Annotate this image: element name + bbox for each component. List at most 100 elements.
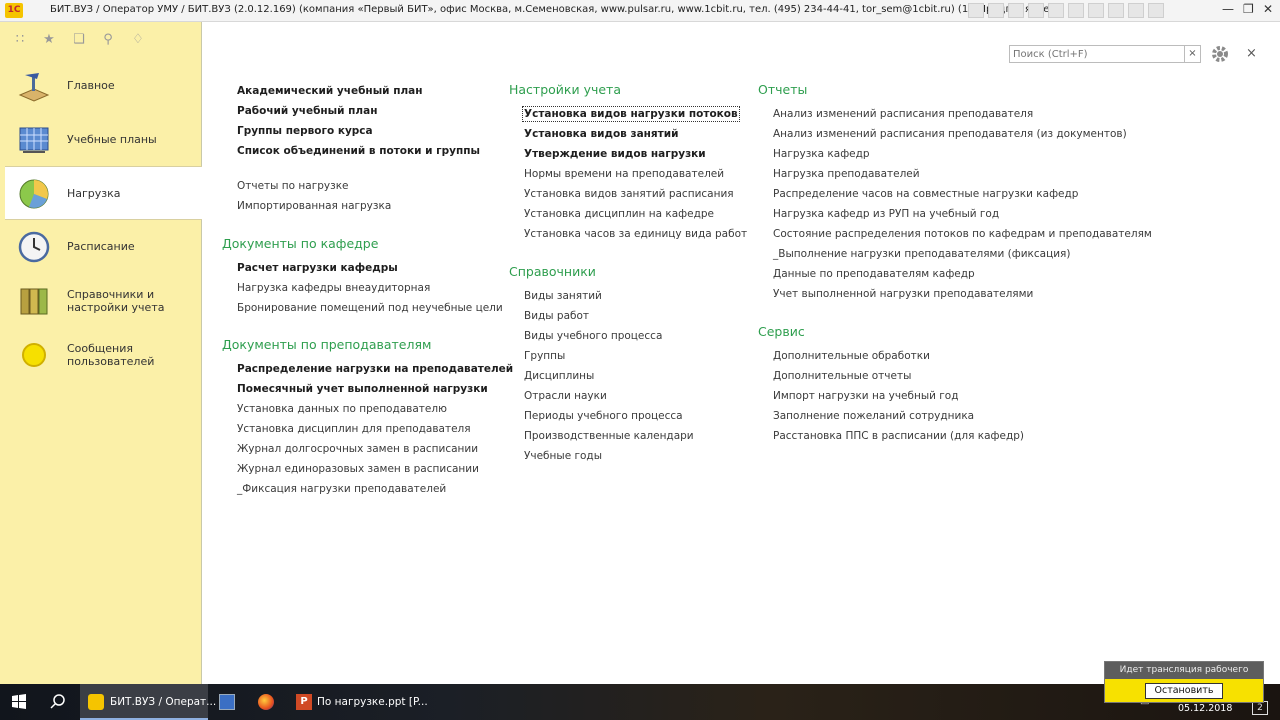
history-icon[interactable]: ❑ <box>71 32 87 48</box>
sidebar-item-study-plans[interactable]: Учебные планы <box>5 113 202 167</box>
link-item[interactable]: Периоды учебного процесса <box>524 410 683 422</box>
link-item[interactable]: Виды учебного процесса <box>524 330 662 342</box>
memory-icon[interactable] <box>1088 3 1104 18</box>
link-item[interactable]: Дисциплины <box>524 370 594 382</box>
link-item[interactable]: Отрасли науки <box>524 390 607 402</box>
search-clear-button[interactable]: × <box>1184 45 1201 63</box>
link-item[interactable]: Установка дисциплин для преподавателя <box>237 423 471 435</box>
link-item[interactable]: Установка часов за единицу вида работ <box>524 228 747 240</box>
close-window-icon[interactable]: ✕ <box>1263 2 1273 16</box>
sidebar-item-messages[interactable]: Сообщения пользователей <box>5 328 202 382</box>
powerpoint-icon: P <box>296 694 312 710</box>
link-item[interactable]: Данные по преподавателям кафедр <box>773 268 975 280</box>
link-item[interactable]: Установка видов нагрузки потоков <box>522 106 740 122</box>
taskbar-app-1c[interactable]: БИТ.ВУЗ / Операт... <box>80 684 216 720</box>
minimize-icon[interactable]: — <box>1222 2 1234 16</box>
section-content: × × Академический учебный план Рабочий у… <box>203 22 1280 684</box>
notification-center-icon[interactable]: 2 <box>1252 701 1268 715</box>
1c-logo-icon[interactable]: 1С <box>5 3 23 18</box>
link-item[interactable]: Распределение часов на совместные нагруз… <box>773 188 1078 200</box>
link-item[interactable]: Анализ изменений расписания преподавател… <box>773 128 1127 140</box>
taskbar-app-powerpoint[interactable]: P По нагрузке.ppt [P... <box>288 684 428 720</box>
sidebar-item-schedule[interactable]: Расписание <box>5 220 202 274</box>
link-item[interactable]: Установка видов занятий расписания <box>524 188 734 200</box>
floppy-disk-icon <box>219 694 235 710</box>
link-item[interactable]: Учебные годы <box>524 450 602 462</box>
link-item[interactable]: Список объединений в потоки и группы <box>237 145 480 157</box>
link-item[interactable]: Заполнение пожеланий сотрудника <box>773 410 974 422</box>
link-item[interactable]: Нагрузка кафедр из РУП на учебный год <box>773 208 999 220</box>
link-item[interactable]: Распределение нагрузки на преподавателей <box>237 363 513 375</box>
search-input[interactable] <box>1009 45 1185 63</box>
print-icon[interactable] <box>988 3 1004 18</box>
binders-icon <box>20 288 48 315</box>
link-item[interactable]: Академический учебный план <box>237 85 422 97</box>
preview-icon[interactable] <box>1008 3 1024 18</box>
sidebar-toolbar: ∷ ★ ❑ ⚲ ♢ <box>0 22 202 56</box>
stop-sharing-button[interactable]: Остановить <box>1145 683 1223 699</box>
sections-sidebar: ∷ ★ ❑ ⚲ ♢ Главное Учебные планы Нагрузка <box>0 22 202 684</box>
close-section-icon[interactable]: × <box>1246 46 1257 61</box>
link-item[interactable]: Установка дисциплин на кафедре <box>524 208 714 220</box>
calculator-icon[interactable] <box>1108 3 1124 18</box>
link-item[interactable]: Нагрузка кафедр <box>773 148 870 160</box>
link-item[interactable]: Дополнительные отчеты <box>773 370 911 382</box>
sidebar-item-label: Справочники и настройки учета <box>67 288 165 314</box>
calendar-icon[interactable] <box>1068 3 1084 18</box>
link-item[interactable]: Бронирование помещений под неучебные цел… <box>237 302 503 314</box>
link-item[interactable]: Утверждение видов нагрузки <box>524 148 706 160</box>
link-item[interactable]: Установка видов занятий <box>524 128 678 140</box>
notification-title: Идет трансляция рабочего стола <box>1105 662 1263 692</box>
link-item[interactable]: Виды занятий <box>524 290 602 302</box>
desk-lamp-icon <box>18 73 50 102</box>
taskbar-app-label: По нагрузке.ppt [P... <box>317 696 428 708</box>
gear-icon[interactable] <box>1209 43 1231 65</box>
section-heading: Документы по кафедре <box>222 236 379 251</box>
section-heading: Сервис <box>758 324 805 339</box>
sidebar-item-main[interactable]: Главное <box>5 59 202 113</box>
link-item[interactable]: Нагрузка кафедры внеаудиторная <box>237 282 430 294</box>
windows-start-icon[interactable] <box>0 684 38 720</box>
link-item[interactable]: Расстановка ППС в расписании (для кафедр… <box>773 430 1024 442</box>
link-item[interactable]: _Выполнение нагрузки преподавателями (фи… <box>773 248 1070 260</box>
sidebar-item-references[interactable]: Справочники и настройки учета <box>5 274 202 328</box>
link-item[interactable]: Учет выполненной нагрузки преподавателям… <box>773 288 1033 300</box>
star-icon[interactable]: ★ <box>41 32 57 48</box>
taskbar-app-firefox[interactable] <box>248 684 284 720</box>
link-item[interactable]: Группы <box>524 350 565 362</box>
link-item[interactable]: Нагрузка преподавателей <box>773 168 920 180</box>
sidebar-item-load[interactable]: Нагрузка <box>5 166 202 220</box>
download-icon[interactable] <box>1048 3 1064 18</box>
link-item[interactable]: Нормы времени на преподавателей <box>524 168 724 180</box>
search-icon[interactable]: ⚲ <box>100 32 116 48</box>
link-item[interactable]: Импортированная нагрузка <box>237 200 391 212</box>
toolbar-button[interactable] <box>968 3 984 18</box>
maximize-icon[interactable]: ❐ <box>1243 2 1254 16</box>
link-item[interactable]: Журнал долгосрочных замен в расписании <box>237 443 478 455</box>
calendar-grid-icon <box>19 127 49 153</box>
sidebar-item-label: Сообщения пользователей <box>67 342 155 368</box>
link-item[interactable]: Импорт нагрузки на учебный год <box>773 390 958 402</box>
menu-arrow-icon[interactable] <box>1148 3 1164 18</box>
link-item[interactable]: Состояние распределения потоков по кафед… <box>773 228 1152 240</box>
bell-icon[interactable]: ♢ <box>130 32 146 48</box>
section-heading: Отчеты <box>758 82 808 97</box>
link-item[interactable]: Рабочий учебный план <box>237 105 377 117</box>
taskbar-app-save[interactable] <box>210 684 244 720</box>
link-item[interactable]: Дополнительные обработки <box>773 350 930 362</box>
link-item[interactable]: Установка данных по преподавателю <box>237 403 447 415</box>
link-item[interactable]: Журнал единоразовых замен в расписании <box>237 463 479 475</box>
search-icon[interactable] <box>40 684 76 720</box>
link-item[interactable]: Производственные календари <box>524 430 694 442</box>
link-item[interactable]: Помесячный учет выполненной нагрузки <box>237 383 488 395</box>
link-item[interactable]: Анализ изменений расписания преподавател… <box>773 108 1033 120</box>
upload-icon[interactable] <box>1028 3 1044 18</box>
info-icon[interactable] <box>1128 3 1144 18</box>
taskbar-date[interactable]: 05.12.2018 <box>1178 703 1232 714</box>
link-item[interactable]: _Фиксация нагрузки преподавателей <box>237 483 446 495</box>
link-item[interactable]: Расчет нагрузки кафедры <box>237 262 398 274</box>
link-item[interactable]: Отчеты по нагрузке <box>237 180 349 192</box>
link-item[interactable]: Группы первого курса <box>237 125 373 137</box>
link-item[interactable]: Виды работ <box>524 310 589 322</box>
apps-grid-icon[interactable]: ∷ <box>12 32 28 48</box>
